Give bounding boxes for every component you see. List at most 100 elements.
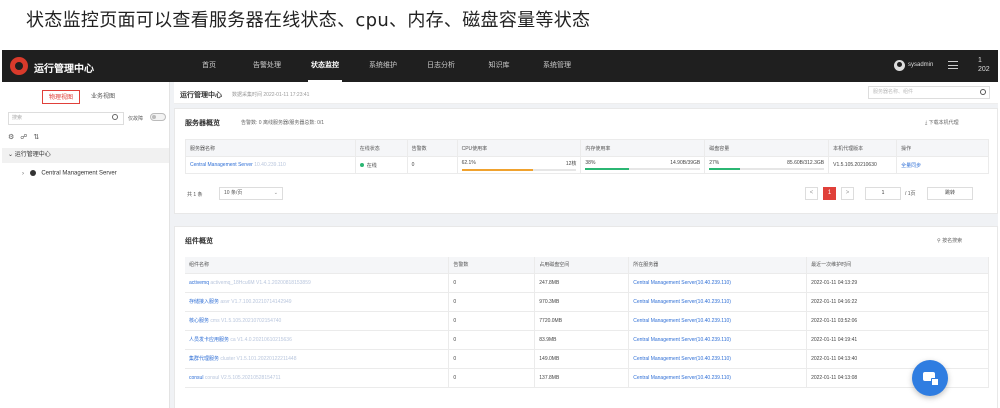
fault-only-toggle[interactable] <box>150 113 166 121</box>
col-action: 操作 <box>896 139 989 157</box>
pager-prev-button[interactable]: < <box>805 187 818 200</box>
tab-physical-view[interactable]: 物理视图 <box>42 90 80 104</box>
col-alarms[interactable]: 告警数 <box>406 139 458 157</box>
search-icon[interactable] <box>980 89 986 95</box>
search-by-name-button[interactable]: ⚲ 按名搜索 <box>937 237 962 244</box>
component-time-cell: 2022-01-11 04:13:40 <box>806 349 989 369</box>
table-row: 核心服务 cms V1.5.105.20210702154740 0 7720.… <box>185 311 989 331</box>
sidebar-search-input[interactable]: 搜索 <box>8 112 124 125</box>
nav-item-knowledge[interactable]: 知识库 <box>470 50 528 82</box>
col-component-server[interactable]: 所在服务器 <box>628 257 808 274</box>
table-header-row: 组件名称 告警数 占用磁盘空间 所在服务器 最近一次维护时间 <box>185 257 989 274</box>
component-tag: consul <box>204 374 220 381</box>
pager-jump-input[interactable]: 1 <box>865 187 901 200</box>
col-memory[interactable]: 内存使用率 <box>580 139 706 157</box>
component-overview-panel: 组件概览 ⚲ 按名搜索 组件名称 告警数 占用磁盘空间 所在服务器 最近一次维护… <box>174 226 998 408</box>
component-server-cell: Central Management Server(10.40.239.110) <box>628 311 808 331</box>
component-server-cell: Central Management Server(10.40.239.110) <box>628 292 808 312</box>
component-server-link[interactable]: Central Management Server(10.40.239.110) <box>633 356 731 362</box>
server-name-cell[interactable]: Central Management Server 10.40.239.110 <box>185 156 356 174</box>
col-component-time[interactable]: 最近一次维护时间 <box>806 257 989 274</box>
menu-icon[interactable] <box>948 61 958 69</box>
component-alarms-cell: 0 <box>448 311 536 331</box>
component-name-cell[interactable]: 人员发卡应用服务 ca V1.4.0.20210610215636 <box>185 330 450 350</box>
component-server-link[interactable]: Central Management Server(10.40.239.110) <box>633 375 731 381</box>
full-sync-link[interactable]: 全量同步 <box>901 163 921 169</box>
server-name-link[interactable]: Central Management Server <box>190 162 253 168</box>
component-name-link[interactable]: 核心服务 <box>189 318 209 324</box>
pager-current-page[interactable]: 1 <box>823 187 836 200</box>
nav-item-monitor[interactable]: 状态监控 <box>296 50 354 82</box>
col-component-alarms[interactable]: 告警数 <box>448 257 536 274</box>
refresh-time: 数据采集时间 2022-01-11 17:23:41 <box>232 92 310 98</box>
component-alarms-cell: 0 <box>448 330 536 350</box>
table-header-row: 服务器名称 在线状态 告警数 CPU使用率 内存使用率 磁盘容量 本机代理版本 … <box>185 139 989 157</box>
component-server-link[interactable]: Central Management Server(10.40.239.110) <box>633 299 731 305</box>
col-disk[interactable]: 磁盘容量 <box>704 139 830 157</box>
component-alarms-cell: 0 <box>448 349 536 369</box>
chevron-down-icon[interactable]: ⌄ <box>8 152 13 158</box>
component-time-cell: 2022-01-11 04:16:22 <box>806 292 989 312</box>
view-tabs: 物理视图 业务视图 <box>42 90 122 104</box>
col-server-name[interactable]: 服务器名称 <box>185 139 356 157</box>
fault-only-label: 仅故障 <box>128 116 144 122</box>
search-icon[interactable] <box>112 114 118 120</box>
component-disk-cell: 7720.0MB <box>534 311 630 331</box>
nav-item-alarm[interactable]: 告警处理 <box>238 50 296 82</box>
component-version: V1.5.105.20210702154740 <box>220 318 282 324</box>
component-name-cell[interactable]: 集群代理服务 cluster V1.5.101.20220122211448 <box>185 349 450 369</box>
expand-icon[interactable]: ⇅ <box>33 133 39 141</box>
component-version: V2.5.105.20210528154711 <box>220 374 281 381</box>
nav-item-system[interactable]: 系统管理 <box>528 50 586 82</box>
pager-go-button[interactable]: 跳转 <box>927 187 973 200</box>
assistant-fab-button[interactable] <box>912 360 948 396</box>
component-server-link[interactable]: Central Management Server(10.40.239.110) <box>633 318 731 324</box>
component-version: V1.7.100.20210714142949 <box>231 299 292 305</box>
server-table: 服务器名称 在线状态 告警数 CPU使用率 内存使用率 磁盘容量 本机代理版本 … <box>185 139 989 174</box>
component-name-link[interactable]: 集群代理服务 <box>189 356 219 362</box>
memory-usage-fill <box>585 168 630 170</box>
component-version: V1.4.0.20210610215636 <box>237 337 292 343</box>
table-row: Central Management Server 10.40.239.110 … <box>185 156 989 174</box>
nav-item-home[interactable]: 首页 <box>180 50 238 82</box>
col-cpu[interactable]: CPU使用率 <box>456 139 582 157</box>
col-online-status[interactable]: 在线状态 <box>354 139 408 157</box>
alarms-cell: 0 <box>406 156 458 174</box>
nav-item-maintenance[interactable]: 系统维护 <box>354 50 412 82</box>
topology-icon[interactable]: ☍ <box>20 133 27 141</box>
main-search-input[interactable]: 服务器名称、组件 <box>868 86 990 99</box>
col-agent-version[interactable]: 本机代理版本 <box>828 139 898 157</box>
pager-of-pages: / 1页 <box>905 191 916 197</box>
table-row: 集群代理服务 cluster V1.5.101.20220122211448 0… <box>185 349 989 369</box>
component-name-link[interactable]: consul <box>189 375 203 381</box>
online-status-cell: 在线 <box>354 156 408 174</box>
col-component-name[interactable]: 组件名称 <box>185 257 450 274</box>
col-component-disk[interactable]: 占用磁盘空间 <box>534 257 630 274</box>
component-name-cell[interactable]: 存储接入服务 asvr V1.7.100.20210714142949 <box>185 292 450 312</box>
memory-detail: 14.90B/39GB <box>670 160 701 166</box>
component-name-link[interactable]: 存储接入服务 <box>189 299 219 305</box>
component-tag: cluster <box>220 356 236 362</box>
download-agent-button[interactable]: ⤓ 下载本机代理 <box>925 119 959 126</box>
component-name-cell[interactable]: activemq activemq_18Hcu6M V1.4.1.2020081… <box>185 273 450 293</box>
component-alarms-cell: 0 <box>448 273 536 293</box>
memory-usage-bar <box>585 168 701 170</box>
nav-item-logs[interactable]: 日志分析 <box>412 50 470 82</box>
component-name-cell[interactable]: 核心服务 cms V1.5.105.20210702154740 <box>185 311 450 331</box>
user-avatar-icon[interactable] <box>894 60 905 71</box>
tree-child-node[interactable]: › Central Management Server <box>22 170 117 177</box>
cpu-cores: 12核 <box>565 160 577 167</box>
component-tag: ca <box>230 337 236 343</box>
tree-root-node[interactable]: ⌄ 运行管理中心 <box>2 148 169 163</box>
page-size-select[interactable]: 10 条/页 ⌄ <box>219 187 283 200</box>
settings-icon[interactable]: ⚙ <box>8 133 14 141</box>
chevron-right-icon[interactable]: › <box>22 171 24 177</box>
component-name-cell[interactable]: consul consul V2.5.105.20210528154711 <box>185 368 450 388</box>
tab-business-view[interactable]: 业务视图 <box>84 90 122 104</box>
component-server-link[interactable]: Central Management Server(10.40.239.110) <box>633 280 731 286</box>
component-name-link[interactable]: 人员发卡应用服务 <box>189 337 229 343</box>
component-server-link[interactable]: Central Management Server(10.40.239.110) <box>633 337 731 343</box>
component-name-link[interactable]: activemq <box>189 280 209 286</box>
pager-next-button[interactable]: > <box>841 187 854 200</box>
user-name[interactable]: sysadmin <box>908 62 933 68</box>
